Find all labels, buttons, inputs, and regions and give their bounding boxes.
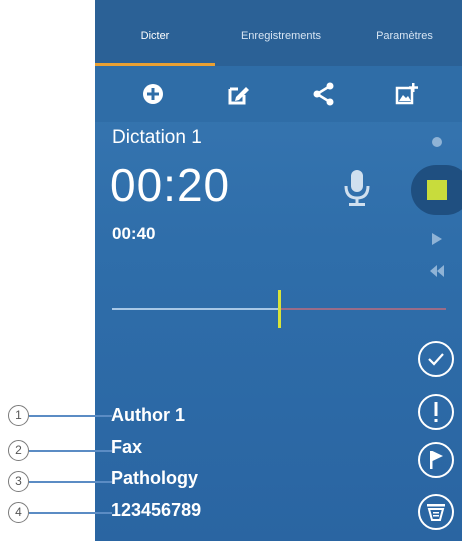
recorder-screen: Dicter Enregistrements Paramètres Dictat… [95, 0, 462, 541]
share-button[interactable] [310, 80, 338, 108]
callout-1: 1 [8, 405, 29, 426]
callout-3: 3 [8, 471, 29, 492]
recording-status-dot [432, 137, 442, 147]
add-image-button[interactable] [393, 80, 421, 108]
progress-remaining [279, 308, 446, 310]
callout-line-3 [29, 481, 112, 483]
filter-icon [418, 494, 454, 530]
total-time: 00:40 [112, 224, 156, 243]
stop-icon [427, 180, 447, 200]
add-image-icon [395, 83, 418, 105]
progress-played [112, 308, 279, 310]
playhead[interactable] [278, 290, 281, 328]
callout-line-4 [29, 512, 112, 514]
callout-line-2 [29, 450, 112, 452]
priority-button[interactable] [417, 393, 455, 431]
filter-button[interactable] [417, 493, 455, 531]
check-icon [418, 341, 454, 377]
add-icon [143, 84, 163, 104]
elapsed-time: 00:20 [110, 159, 231, 211]
callout-2: 2 [8, 440, 29, 461]
id-field: 123456789 [111, 500, 202, 520]
flag-button[interactable] [417, 441, 455, 479]
callout-4: 4 [8, 502, 29, 523]
category-field: Pathology [111, 468, 199, 488]
dictation-title: Dictation 1 [112, 127, 202, 148]
share-icon [313, 82, 334, 106]
tab-parametres[interactable]: Paramètres [347, 30, 462, 48]
author-field: Author 1 [111, 405, 185, 425]
edit-button[interactable] [225, 80, 253, 108]
tab-bar: Dicter Enregistrements Paramètres [95, 0, 462, 66]
priority-icon [418, 394, 454, 430]
microphone-icon [344, 170, 370, 206]
tab-dicter[interactable]: Dicter [95, 30, 215, 48]
callout-line-1 [29, 415, 112, 417]
worktype-field: Fax [111, 437, 143, 457]
new-dictation-button[interactable] [139, 80, 167, 108]
play-icon[interactable] [431, 232, 443, 246]
stop-button[interactable] [411, 165, 462, 215]
finish-button[interactable] [417, 340, 455, 378]
toolbar [95, 66, 462, 122]
tab-enregistrements[interactable]: Enregistrements [215, 30, 347, 48]
edit-icon [228, 87, 249, 105]
flag-icon [418, 442, 454, 478]
rewind-icon[interactable] [429, 264, 445, 278]
